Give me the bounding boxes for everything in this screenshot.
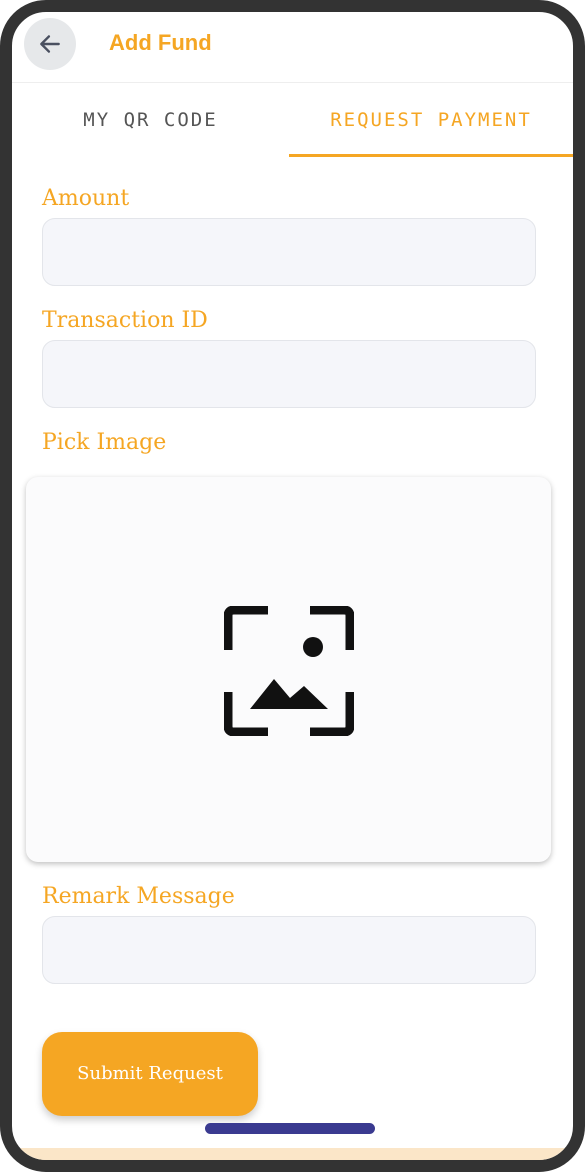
phone-frame: Add Fund MY QR CODE REQUEST PAYMENT Amou… <box>0 0 585 1172</box>
remark-message-field[interactable] <box>42 916 536 984</box>
transaction-id-label: Transaction ID <box>42 308 208 333</box>
submit-request-button[interactable]: Submit Request <box>42 1032 258 1116</box>
arrow-left-icon <box>40 35 60 53</box>
back-button[interactable] <box>24 18 76 70</box>
amount-field[interactable] <box>42 218 536 286</box>
amount-label: Amount <box>42 186 130 211</box>
tab-my-qr-code[interactable]: MY QR CODE <box>12 84 289 156</box>
app-header: Add Fund <box>12 12 573 83</box>
image-picker[interactable] <box>26 477 551 862</box>
tab-bar: MY QR CODE REQUEST PAYMENT <box>12 84 573 158</box>
home-indicator <box>205 1123 375 1134</box>
image-placeholder-icon <box>224 606 354 736</box>
transaction-id-field[interactable] <box>42 340 536 408</box>
bottom-strip <box>12 1148 573 1160</box>
pick-image-label: Pick Image <box>42 430 167 455</box>
tab-request-payment[interactable]: REQUEST PAYMENT <box>289 84 573 156</box>
page-title: Add Fund <box>109 30 212 55</box>
active-tab-indicator <box>289 154 573 157</box>
remark-message-label: Remark Message <box>42 884 235 909</box>
